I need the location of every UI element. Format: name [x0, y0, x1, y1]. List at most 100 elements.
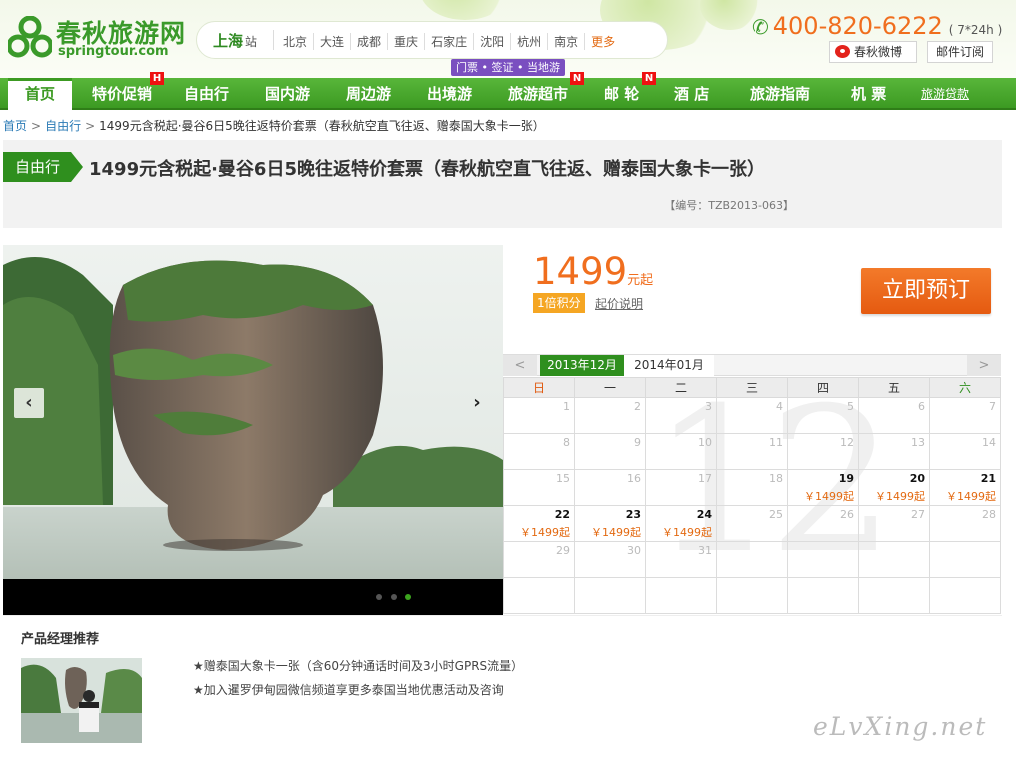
- calendar-grid: 日 一 二 三 四 五 六 1 2 3 4 5 6 7 8 9 10 11 12 13 14 15 16 17 1…: [503, 377, 1001, 614]
- site-logo[interactable]: 春秋旅游网 springtour.com: [8, 12, 188, 60]
- calendar-day-number: 23: [625, 508, 641, 521]
- calendar-day-number: 20: [909, 472, 925, 485]
- calendar-day: [716, 541, 788, 578]
- image-slider: ‹ ›: [3, 245, 503, 615]
- product-photo: [3, 245, 503, 579]
- weibo-icon: [835, 45, 850, 58]
- calendar-day-number: 14: [982, 436, 996, 449]
- new-badge: N: [642, 72, 656, 85]
- promo-link[interactable]: 门票 • 签证 • 当地游: [451, 59, 565, 76]
- price-explain-link[interactable]: 起价说明: [595, 295, 643, 312]
- nav-free-travel[interactable]: 自由行: [184, 78, 229, 110]
- city-link[interactable]: 大连: [313, 33, 350, 50]
- nav-travel-market[interactable]: 旅游超市 N: [508, 72, 584, 110]
- calendar-day-price: ￥1499起: [804, 490, 854, 503]
- calendar-day-number: 28: [982, 508, 996, 521]
- calendar-day: [574, 577, 646, 614]
- slider-next-button[interactable]: ›: [462, 388, 492, 418]
- nav-special-offers[interactable]: 特价促销 H: [92, 72, 164, 110]
- city-link[interactable]: 杭州: [510, 33, 547, 50]
- calendar-day-available[interactable]: 21 ￥1499起: [929, 469, 1001, 506]
- weekday-header: 一: [574, 377, 646, 398]
- mail-subscribe-button[interactable]: 邮件订阅: [927, 41, 993, 63]
- calendar-day-number: 30: [627, 544, 641, 557]
- product-title-box: 自由行 1499元含税起·曼谷6日5晚往返特价套票（春秋航空直飞往返、赠泰国大象…: [3, 140, 1002, 228]
- breadcrumb-category[interactable]: 自由行: [45, 119, 81, 133]
- calendar-day-number: 1: [563, 400, 570, 413]
- city-link[interactable]: 沈阳: [473, 33, 510, 50]
- calendar-next-button[interactable]: >: [967, 355, 1001, 376]
- calendar-day: [716, 577, 788, 614]
- recommendation-line: ★加入暹罗伊甸园微信频道享更多泰国当地优惠活动及咨询: [193, 683, 504, 697]
- city-link[interactable]: 重庆: [387, 33, 424, 50]
- calendar-day: 1: [503, 397, 575, 434]
- calendar-day-price: ￥1499起: [520, 526, 570, 539]
- calendar-day: 16: [574, 469, 646, 506]
- city-switcher: 上海站 北京 大连 成都 重庆 石家庄 沈阳 杭州 南京 更多: [196, 21, 668, 59]
- calendar-day: [929, 577, 1001, 614]
- calendar-day-number: 19: [838, 472, 854, 485]
- nav-guide[interactable]: 旅游指南: [750, 78, 810, 110]
- book-now-button[interactable]: 立即预订: [861, 268, 991, 314]
- calendar-day-number: 16: [627, 472, 641, 485]
- city-link[interactable]: 南京: [547, 33, 584, 50]
- calendar-day: 13: [858, 433, 930, 470]
- nav-travel-loan[interactable]: 旅游贷款: [921, 78, 969, 110]
- price-unit: 元起: [627, 273, 654, 288]
- departure-calendar: < 2013年12月 2014年01月 > 12 日 一 二 三 四 五 六 1…: [503, 354, 1001, 614]
- calendar-week: 29 30 31: [503, 541, 1001, 578]
- calendar-day: 2: [574, 397, 646, 434]
- breadcrumb-separator: >: [85, 119, 96, 133]
- phone-icon: ✆: [752, 15, 769, 39]
- weekday-header: 四: [787, 377, 859, 398]
- current-city[interactable]: 上海站: [213, 30, 257, 51]
- calendar-day-available[interactable]: 19 ￥1499起: [787, 469, 859, 506]
- city-link[interactable]: 北京: [277, 33, 313, 50]
- calendar-day: [503, 577, 575, 614]
- calendar-day-number: 6: [918, 400, 925, 413]
- recommendation-line: ★赠泰国大象卡一张（含60分钟通话时间及3小时GPRS流量）: [193, 659, 524, 673]
- calendar-day-number: 12: [840, 436, 854, 449]
- calendar-day-available[interactable]: 20 ￥1499起: [858, 469, 930, 506]
- nav-domestic[interactable]: 国内游: [265, 78, 310, 110]
- calendar-day-number: 18: [769, 472, 783, 485]
- weekday-header: 二: [645, 377, 717, 398]
- calendar-day-available[interactable]: 22 ￥1499起: [503, 505, 575, 542]
- city-list: 北京 大连 成都 重庆 石家庄 沈阳 杭州 南京 更多: [277, 33, 621, 50]
- nav-flights[interactable]: 机 票: [851, 78, 886, 110]
- calendar-day-number: 31: [698, 544, 712, 557]
- nav-home[interactable]: 首页: [8, 78, 72, 110]
- calendar-day-number: 8: [563, 436, 570, 449]
- calendar-day-number: 4: [776, 400, 783, 413]
- weekday-header: 六: [929, 377, 1001, 398]
- calendar-week: 15 16 17 18 19 ￥1499起 20 ￥1499起 21 ￥1499起: [503, 469, 1001, 506]
- calendar-day: [858, 577, 930, 614]
- calendar-day: 15: [503, 469, 575, 506]
- calendar-prev-button[interactable]: <: [503, 355, 537, 376]
- points-badge: 1倍积分: [533, 293, 585, 313]
- recommendation-photo-illustration: [21, 658, 142, 743]
- slider-prev-button[interactable]: ‹: [14, 388, 44, 418]
- breadcrumb-home[interactable]: 首页: [3, 119, 27, 133]
- slider-dot[interactable]: [376, 594, 382, 600]
- island-photo-illustration: [3, 245, 503, 579]
- new-badge: N: [570, 72, 584, 85]
- calendar-days: 1 2 3 4 5 6 7 8 9 10 11 12 13 14 15 16 17 18 19 ￥1499起 20 ￥14…: [503, 397, 1001, 614]
- more-cities-link[interactable]: 更多: [584, 33, 621, 50]
- calendar-day: 30: [574, 541, 646, 578]
- calendar-day-available[interactable]: 23 ￥1499起: [574, 505, 646, 542]
- slider-dot[interactable]: [391, 594, 397, 600]
- nav-hotel[interactable]: 酒 店: [674, 78, 709, 110]
- slider-dot-active[interactable]: [405, 594, 411, 600]
- recommendation-photo: [21, 658, 142, 743]
- calendar-month-tab-active[interactable]: 2013年12月: [540, 355, 624, 376]
- weibo-label: 春秋微博: [854, 45, 903, 59]
- nav-nearby[interactable]: 周边游: [346, 78, 391, 110]
- weibo-button[interactable]: 春秋微博: [829, 41, 917, 63]
- nav-outbound[interactable]: 出境游: [427, 78, 472, 110]
- city-link[interactable]: 成都: [350, 33, 387, 50]
- city-link[interactable]: 石家庄: [424, 33, 473, 50]
- price-value: 1499: [533, 250, 628, 293]
- nav-cruise[interactable]: 邮 轮N: [604, 72, 656, 110]
- calendar-day-available[interactable]: 24 ￥1499起: [645, 505, 717, 542]
